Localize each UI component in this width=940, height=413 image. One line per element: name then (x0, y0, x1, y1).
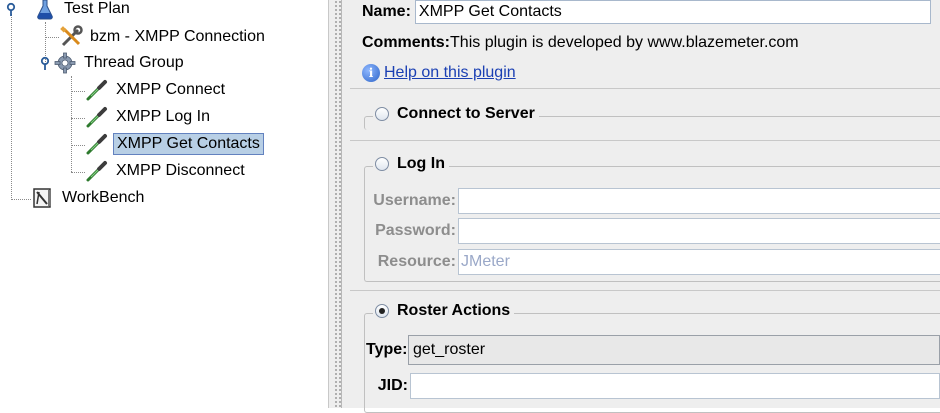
connect-to-server-radio[interactable] (375, 107, 389, 121)
tree-label: XMPP Disconnect (116, 162, 245, 179)
tree-node-xmpp-disconnect[interactable]: XMPP Disconnect (84, 158, 248, 184)
resource-label: Resource: (377, 253, 456, 270)
tree-node-workbench[interactable]: WorkBench (30, 185, 147, 211)
pipette-sampler-icon (84, 77, 110, 103)
jid-label: JID: (377, 377, 408, 394)
resource-row: Resource: JMeter (366, 249, 940, 275)
comments-value[interactable]: This plugin is developed by www.blazemet… (450, 34, 799, 52)
tree-label: WorkBench (62, 189, 145, 206)
test-plan-icon (32, 0, 58, 22)
resource-input[interactable]: JMeter (458, 249, 940, 275)
tree-connector (71, 91, 85, 92)
type-label: Type: (366, 341, 408, 358)
password-row: Password: (366, 218, 940, 244)
help-row: i Help on this plugin (362, 62, 516, 84)
tree-connector (45, 37, 59, 38)
roster-actions-legend[interactable]: Roster Actions (373, 302, 515, 320)
split-pane-divider[interactable] (328, 0, 342, 408)
wrench-screwdriver-icon (58, 24, 84, 50)
tree-node-xmpp-log-in[interactable]: XMPP Log In (84, 104, 213, 130)
tree-label: Test Plan (64, 0, 130, 17)
gear-icon (52, 50, 78, 76)
tree-label: XMPP Log In (116, 108, 210, 125)
pipette-sampler-icon (84, 131, 110, 157)
divider (350, 290, 940, 291)
connect-to-server-group: Connect to Server (364, 105, 940, 130)
password-input[interactable] (458, 218, 940, 244)
divider (350, 88, 940, 89)
username-label: Username: (373, 192, 456, 209)
tree-label: XMPP Connect (116, 81, 226, 98)
workbench-icon (30, 185, 56, 211)
log-in-label: Log In (397, 155, 445, 172)
test-plan-tree[interactable]: Test Plan bzm - XMPP Connection Thread G… (0, 0, 328, 408)
username-row: Username: (366, 188, 940, 214)
tree-connector (71, 118, 85, 119)
pipette-sampler-icon (84, 104, 110, 130)
tree-label-selected: XMPP Get Contacts (113, 133, 264, 155)
name-input[interactable]: XMPP Get Contacts (414, 0, 931, 24)
help-link[interactable]: Help on this plugin (384, 64, 516, 82)
pipette-sampler-icon (84, 158, 110, 184)
username-input[interactable] (458, 188, 940, 214)
divider (350, 140, 940, 141)
connect-to-server-legend[interactable]: Connect to Server (373, 105, 539, 123)
comments-row: Comments: This plugin is developed by ww… (362, 32, 799, 54)
tree-label: bzm - XMPP Connection (90, 28, 265, 45)
name-label: Name: (362, 3, 411, 20)
comments-label: Comments: (362, 34, 451, 51)
tree-node-xmpp-connection[interactable]: bzm - XMPP Connection (58, 24, 268, 50)
info-icon: i (362, 64, 380, 82)
log-in-radio[interactable] (375, 157, 389, 171)
tree-connector (71, 172, 85, 173)
name-row: Name: XMPP Get Contacts (362, 0, 931, 24)
connect-to-server-label: Connect to Server (397, 105, 535, 122)
tree-node-test-plan[interactable]: Test Plan (32, 0, 133, 22)
tree-connector (71, 145, 85, 146)
expanded-key-icon[interactable] (4, 2, 18, 16)
type-combobox[interactable]: get_roster (408, 335, 940, 365)
tree-node-xmpp-get-contacts[interactable]: XMPP Get Contacts (84, 131, 264, 157)
sampler-config-panel: Name: XMPP Get Contacts Comments: This p… (342, 0, 940, 413)
tree-node-thread-group[interactable]: Thread Group (52, 50, 187, 76)
expanded-key-icon[interactable] (38, 56, 52, 70)
tree-label: Thread Group (84, 54, 184, 71)
log-in-legend[interactable]: Log In (373, 155, 449, 173)
roster-actions-label: Roster Actions (397, 302, 511, 319)
jid-row: JID: (366, 373, 940, 399)
tree-connector (11, 14, 12, 200)
tree-connector (11, 199, 31, 200)
type-row: Type: get_roster (366, 335, 940, 365)
password-label: Password: (375, 222, 456, 239)
tree-node-xmpp-connect[interactable]: XMPP Connect (84, 77, 228, 103)
jid-input[interactable] (410, 373, 940, 399)
roster-actions-radio[interactable] (375, 304, 389, 318)
